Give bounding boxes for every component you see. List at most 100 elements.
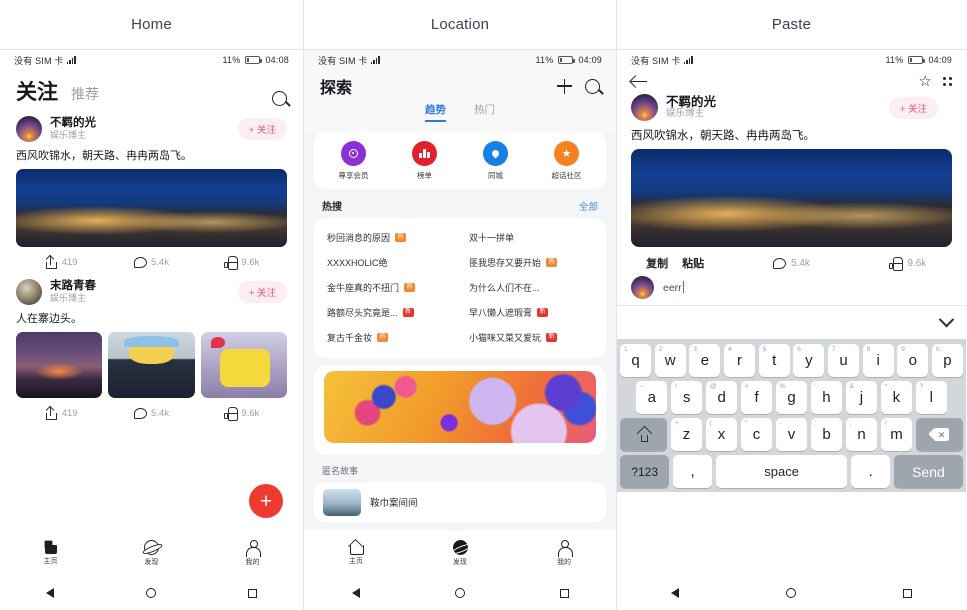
hot-search-item[interactable]: 为什么人们不在... (460, 275, 602, 300)
category-item-community[interactable]: ★ 超话社区 (531, 141, 602, 181)
comment-input[interactable]: eerr (663, 281, 685, 294)
post-image[interactable] (200, 332, 287, 398)
paste-menu-item[interactable]: 粘贴 (682, 255, 704, 271)
chevron-down-icon[interactable] (938, 311, 955, 328)
copy-menu-item[interactable]: 复制 (646, 255, 668, 271)
hot-search-item[interactable]: 小猫咪又菜又爱玩 新 (460, 325, 602, 350)
post-image[interactable] (108, 332, 195, 398)
key-q[interactable]: 1q (619, 344, 652, 377)
post-image[interactable] (16, 332, 103, 398)
recents-nav-icon[interactable] (903, 588, 913, 598)
detail-post-image[interactable] (631, 149, 952, 247)
key-m[interactable]: / m (880, 418, 913, 451)
star-icon[interactable]: ☆ (919, 74, 932, 89)
symbols-key[interactable]: ?123 (620, 455, 670, 488)
key-z[interactable]: + z (670, 418, 703, 451)
avatar[interactable] (16, 116, 42, 142)
key-u[interactable]: 7u (827, 344, 860, 377)
back-nav-icon[interactable] (351, 588, 360, 598)
period-key[interactable]: . (850, 455, 891, 488)
tabbar-item-profile[interactable]: 我的 (512, 539, 616, 567)
follow-button[interactable]: + 关注 (237, 281, 287, 303)
comment-action[interactable]: 5.4k (106, 408, 196, 419)
avatar[interactable] (631, 94, 658, 121)
share-action[interactable]: 419 (16, 405, 106, 420)
hot-search-item[interactable]: 早八懒人遮瑕膏 新 (460, 300, 602, 325)
signal-icon (66, 56, 76, 64)
tab-hot[interactable]: 热门 (474, 102, 495, 122)
tab-trending[interactable]: 趋势 (425, 102, 446, 122)
hot-search-item[interactable]: 路额尽头究竟是... 新 (318, 300, 460, 325)
share-action[interactable]: 419 (16, 254, 106, 269)
backspace-key[interactable]: ✕ (915, 418, 963, 451)
search-icon[interactable] (272, 91, 287, 106)
comma-key[interactable]: , (672, 455, 713, 488)
back-arrow-icon[interactable] (631, 75, 647, 88)
search-icon[interactable] (585, 78, 600, 94)
follow-button[interactable]: + 关注 (237, 118, 287, 140)
key-c[interactable]: " c (740, 418, 773, 451)
comment-action[interactable]: 5.4k (106, 257, 196, 268)
home-nav-icon[interactable] (785, 588, 796, 598)
promo-banner[interactable] (324, 371, 596, 443)
hot-search-item[interactable]: 金牛座真的不扭门 热 (318, 275, 460, 300)
key-s[interactable]: ! s (670, 381, 703, 414)
key-n[interactable]: ; n (845, 418, 878, 451)
key-w[interactable]: 2w (654, 344, 686, 377)
category-item-vip[interactable]: 尊享会员 (318, 141, 389, 181)
key-r[interactable]: 4r (723, 344, 756, 377)
send-key[interactable]: Send (893, 455, 963, 488)
key-t[interactable]: 5t (758, 344, 790, 377)
hot-search-item[interactable]: 双十一拼单 (460, 225, 602, 250)
key-f[interactable]: # f (740, 381, 773, 414)
home-nav-icon[interactable] (146, 588, 156, 598)
key-k[interactable]: * k (880, 381, 913, 414)
plus-icon[interactable] (557, 78, 572, 94)
category-item-nearby[interactable]: 同城 (460, 141, 531, 181)
hot-search-item[interactable]: 匪我思存又要开始 热 (460, 250, 602, 275)
tabbar-item-discover[interactable]: 发现 (101, 539, 202, 567)
key-b[interactable]: :b (810, 418, 843, 451)
home-nav-icon[interactable] (454, 588, 465, 598)
key-y[interactable]: 6y (793, 344, 825, 377)
key-g[interactable]: % g (775, 381, 808, 414)
like-action[interactable]: 9.6k (850, 256, 966, 271)
tabbar-item-home[interactable]: 主页 (304, 540, 408, 566)
avatar[interactable] (16, 279, 42, 305)
key-v[interactable]: -v (775, 418, 808, 451)
back-nav-icon[interactable] (46, 588, 54, 598)
compose-fab[interactable]: + (249, 484, 283, 518)
back-nav-icon[interactable] (670, 588, 679, 598)
key-x[interactable]: | x (705, 418, 738, 451)
key-i[interactable]: 8i (862, 344, 894, 377)
key-a[interactable]: ~ a (636, 381, 668, 414)
like-action[interactable]: 9.6k (197, 256, 287, 270)
hot-search-item[interactable]: XXXXHOLIC绝 (318, 250, 460, 275)
hot-search-item[interactable]: 秒回消息的原因 热 (318, 225, 460, 250)
key-p[interactable]: 0p (931, 344, 964, 377)
post-image[interactable] (16, 169, 287, 247)
key-e[interactable]: 3e (689, 344, 721, 377)
story-list-item[interactable]: 鞍巾案间间 (314, 482, 606, 522)
tabbar-item-discover[interactable]: 发现 (408, 539, 512, 567)
recents-nav-icon[interactable] (559, 588, 569, 598)
comment-action[interactable]: 5.4k (733, 257, 849, 269)
key-h[interactable]: ' h (810, 381, 843, 414)
shift-key[interactable] (620, 418, 668, 451)
hot-search-item[interactable]: 复古千金妆 热 (318, 325, 460, 350)
hot-search-all-link[interactable]: 全部 (579, 199, 598, 213)
key-o[interactable]: 9o (897, 344, 929, 377)
tab-following[interactable]: 关注 (16, 76, 58, 106)
category-item-rank[interactable]: 榜单 (389, 141, 460, 181)
tabbar-item-profile[interactable]: 我的 (202, 539, 303, 567)
recents-nav-icon[interactable] (248, 588, 257, 598)
space-key[interactable]: space (715, 455, 848, 488)
like-action[interactable]: 9.6k (197, 407, 287, 421)
key-j[interactable]: & j (845, 381, 878, 414)
more-icon[interactable] (943, 77, 952, 86)
tab-recommend[interactable]: 推荐 (71, 84, 99, 104)
key-d[interactable]: @ d (705, 381, 738, 414)
follow-button[interactable]: + 关注 (888, 96, 938, 119)
key-l[interactable]: ? l (915, 381, 947, 414)
tabbar-item-home[interactable]: 主页 (0, 540, 101, 566)
